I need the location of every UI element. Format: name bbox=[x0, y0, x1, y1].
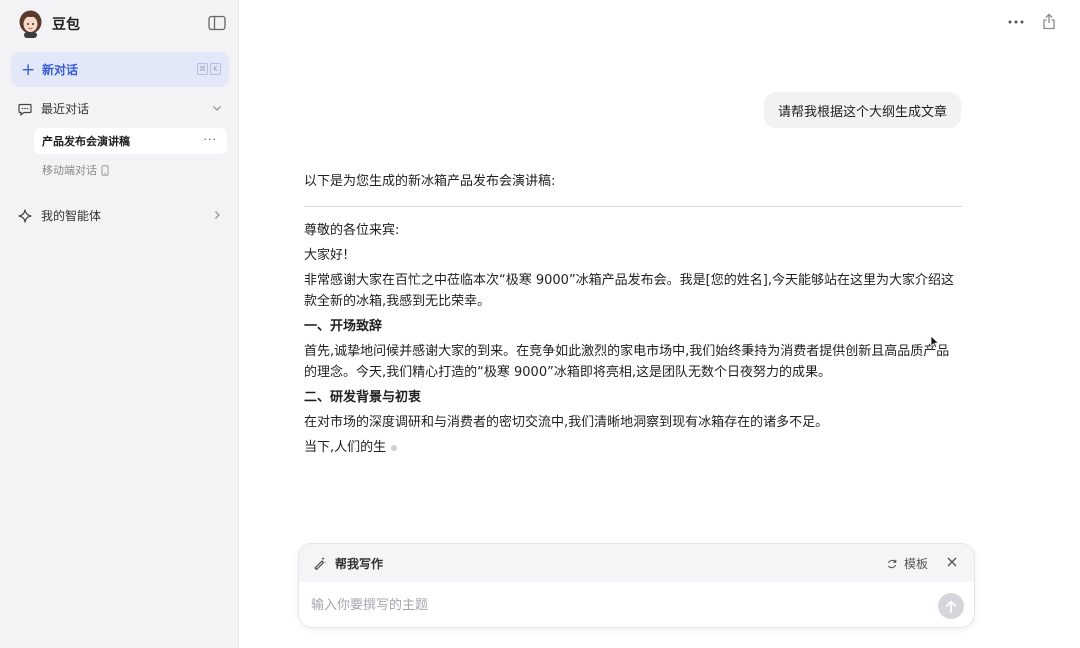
send-button[interactable] bbox=[938, 593, 964, 619]
sidebar-item-conversation-active[interactable]: 产品发布会演讲稿 ··· bbox=[34, 128, 227, 154]
switch-icon bbox=[887, 559, 897, 568]
composer-header: 帮我写作 模板 bbox=[299, 544, 974, 582]
answer-paragraph: 在对市场的深度调研和与消费者的密切交流中,我们清晰地洞察到现有冰箱存在的诸多不足… bbox=[304, 415, 829, 430]
conversation-title: 移动端对话 bbox=[42, 164, 97, 177]
answer-hello: 大家好! bbox=[304, 248, 349, 263]
topic-input[interactable] bbox=[311, 594, 911, 616]
chat-bubble-icon bbox=[18, 103, 32, 116]
answer-streaming-line: 当下,人们的生 bbox=[304, 437, 962, 458]
share-icon[interactable] bbox=[1042, 13, 1056, 30]
my-agents-item[interactable]: 我的智能体 bbox=[18, 207, 223, 224]
typing-indicator bbox=[391, 444, 398, 451]
shortcut-hint: ⌘ K bbox=[197, 63, 221, 75]
composer-mode-title: 帮我写作 bbox=[335, 556, 384, 571]
avatar bbox=[19, 10, 42, 38]
answer-paragraph: 首先,诚挚地问候并感谢大家的到来。在竞争如此激烈的家电市场中,我们始终秉持为消费… bbox=[304, 344, 950, 380]
answer-heading: 一、开场致辞 bbox=[304, 319, 383, 334]
plus-icon: + bbox=[21, 59, 36, 80]
app-window: 豆包 + 新对话 ⌘ K 最近对话 产品发布会演讲稿 ··· 移动端对话 我的智… bbox=[0, 0, 1080, 648]
new-chat-label: 新对话 bbox=[42, 63, 79, 77]
recent-conversations-header[interactable]: 最近对话 bbox=[18, 100, 223, 117]
my-agents-label: 我的智能体 bbox=[41, 209, 102, 223]
answer-intro: 以下是为您生成的新冰箱产品发布会演讲稿: bbox=[304, 174, 556, 189]
chevron-right-icon bbox=[215, 211, 220, 219]
close-icon[interactable] bbox=[946, 556, 958, 568]
mouse-cursor-icon bbox=[930, 335, 940, 349]
template-label: 模板 bbox=[903, 557, 928, 571]
shortcut-key-cmd: ⌘ bbox=[197, 63, 208, 75]
assistant-message: 以下是为您生成的新冰箱产品发布会演讲稿: 尊敬的各位来宾: 大家好! 非常感谢大… bbox=[304, 172, 962, 462]
arrow-up-icon bbox=[945, 600, 957, 613]
answer-partial-text: 当下,人们的生 bbox=[304, 440, 387, 455]
more-options-icon[interactable]: ··· bbox=[204, 133, 218, 146]
answer-greeting: 尊敬的各位来宾: bbox=[304, 223, 400, 238]
shortcut-key-k: K bbox=[210, 63, 221, 75]
answer-paragraph: 非常感谢大家在百忙之中莅临本次“极寒 9000”冰箱产品发布会。我是[您的姓名]… bbox=[304, 273, 954, 309]
sidebar-toggle-icon[interactable] bbox=[208, 15, 226, 31]
sparkle-icon bbox=[18, 208, 32, 223]
more-menu-icon[interactable] bbox=[1008, 20, 1024, 24]
sidebar-item-conversation[interactable]: 移动端对话 bbox=[42, 162, 109, 178]
mobile-phone-icon bbox=[101, 164, 109, 176]
sidebar: 豆包 + 新对话 ⌘ K 最近对话 产品发布会演讲稿 ··· 移动端对话 我的智… bbox=[0, 0, 239, 648]
brand[interactable]: 豆包 bbox=[18, 10, 80, 38]
user-message: 请帮我根据这个大纲生成文章 bbox=[763, 92, 961, 128]
app-name: 豆包 bbox=[52, 17, 80, 33]
divider bbox=[304, 206, 962, 207]
top-actions bbox=[1008, 13, 1056, 30]
chevron-down-icon bbox=[213, 106, 221, 111]
chat-main: 请帮我根据这个大纲生成文章 以下是为您生成的新冰箱产品发布会演讲稿: 尊敬的各位… bbox=[240, 0, 1080, 648]
template-button[interactable]: 模板 bbox=[886, 555, 928, 572]
magic-pen-icon bbox=[314, 557, 327, 570]
conversation-title: 产品发布会演讲稿 bbox=[42, 135, 130, 148]
writing-composer: 帮我写作 模板 bbox=[298, 543, 975, 628]
new-chat-button[interactable]: + 新对话 ⌘ K bbox=[11, 52, 229, 87]
answer-heading: 二、研发背景与初衷 bbox=[304, 390, 422, 405]
recent-label: 最近对话 bbox=[41, 102, 90, 116]
